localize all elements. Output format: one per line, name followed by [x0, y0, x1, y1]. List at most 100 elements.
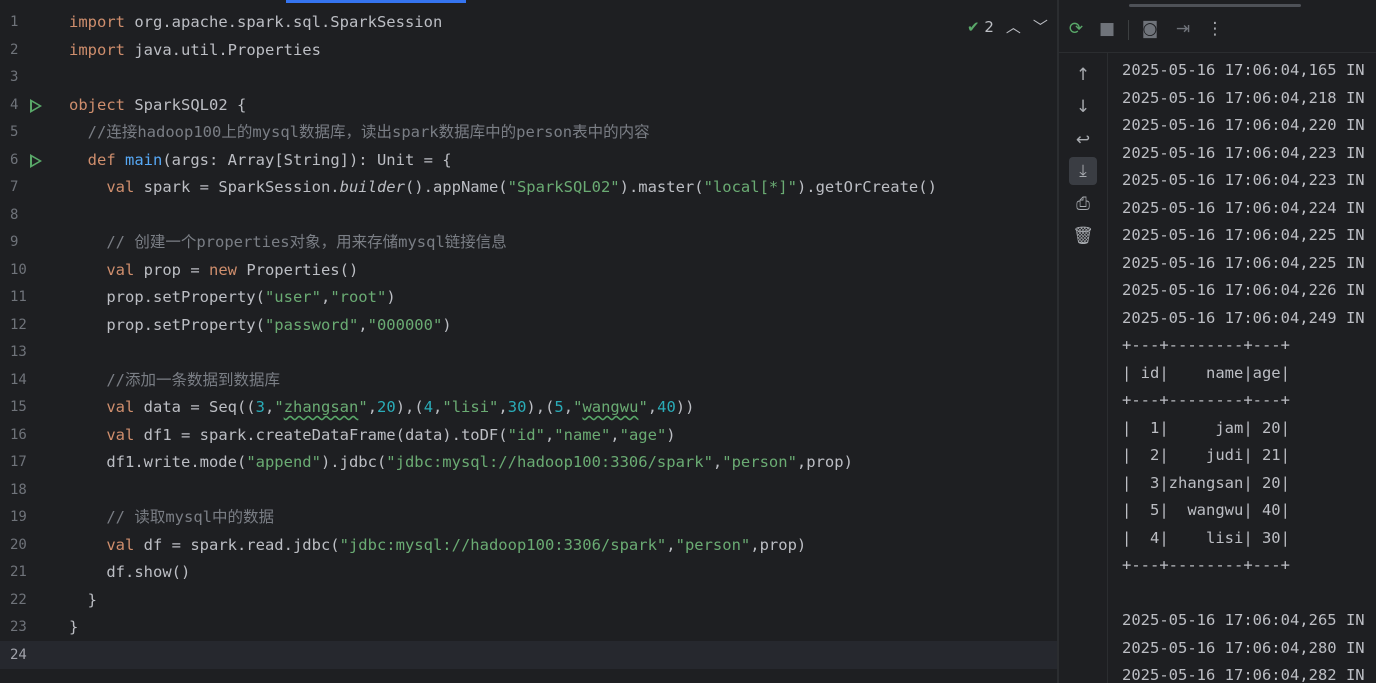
code-token: val — [106, 178, 135, 196]
code-line[interactable]: def main(args: Array[String]): Unit = { — [69, 147, 1057, 175]
code-line[interactable]: //连接hadoop100上的mysql数据库，读出spark数据库中的pers… — [69, 119, 1057, 147]
code-token: import — [69, 13, 125, 31]
code-line[interactable] — [69, 642, 1057, 670]
camera-icon[interactable]: ◙ — [1139, 18, 1161, 40]
code-line[interactable]: } — [69, 614, 1057, 642]
print-icon[interactable]: ⎙ — [1072, 193, 1094, 215]
line-number: 16 — [10, 426, 27, 443]
line-number: 8 — [10, 206, 19, 223]
code-token: , — [563, 398, 574, 416]
code-token: 40 — [657, 398, 676, 416]
code-line[interactable]: prop.setProperty("password","000000") — [69, 312, 1057, 340]
scroll-to-end-icon[interactable]: ⤓ — [1069, 157, 1097, 185]
line-number: 20 — [10, 536, 27, 553]
console-toolbar: ⟳ ■ ◙ ⇥ ⋮ — [1059, 0, 1376, 53]
code-line[interactable] — [69, 202, 1057, 230]
line-number: 23 — [10, 619, 27, 635]
arrow-down-icon[interactable]: ↓ — [1072, 96, 1094, 118]
more-options-icon[interactable]: ⋮ — [1204, 18, 1226, 40]
console-line: 2025-05-16 17:06:04,220 IN — [1122, 116, 1365, 134]
code-token: val — [106, 260, 135, 279]
code-line[interactable]: } — [69, 587, 1057, 615]
code-token: , — [367, 398, 378, 416]
run-console[interactable]: ⟳ ■ ◙ ⇥ ⋮ ↑ ↓ ↩ ⤓ ⎙ 🗑 2025-05-16 17:06:0… — [1059, 0, 1376, 683]
code-token: " — [638, 398, 648, 416]
code-line[interactable]: import org.apache.spark.sql.SparkSession — [69, 9, 1057, 37]
code-token: , — [498, 398, 508, 416]
code-token: ().appName( — [404, 178, 508, 196]
code-token: , — [610, 425, 620, 444]
run-gutter-icon[interactable] — [30, 98, 42, 113]
code-token: "password" — [264, 315, 359, 334]
restore-layout-icon[interactable]: ⇥ — [1172, 18, 1194, 40]
code-line[interactable]: val spark = SparkSession.builder().appNa… — [69, 174, 1057, 202]
line-number: 1 — [10, 14, 19, 30]
code-line[interactable]: // 读取mysql中的数据 — [69, 504, 1057, 532]
code-area[interactable]: import org.apache.spark.sql.SparkSession… — [69, 9, 1057, 669]
line-number: 11 — [10, 289, 27, 305]
code-token: new — [208, 260, 237, 279]
inspection-status[interactable]: ✔ 2 — [967, 18, 994, 36]
code-token: df1 = spark.createDataFrame(data).toDF( — [134, 425, 508, 444]
code-token: data = Seq(( — [134, 398, 256, 416]
code-line[interactable]: // 创建一个properties对象，用来存储mysql链接信息 — [69, 229, 1057, 257]
console-output[interactable]: 2025-05-16 17:06:04,165 IN 2025-05-16 17:… — [1122, 57, 1376, 683]
previous-highlight-icon[interactable]: ︿ — [1006, 16, 1021, 37]
code-token: prop.setProperty( — [69, 315, 265, 334]
code-line[interactable]: val prop = new Properties() — [69, 257, 1057, 285]
code-token: "SparkSQL02" — [507, 178, 620, 196]
code-token: val — [106, 425, 135, 444]
code-line[interactable]: object SparkSQL02 { — [69, 92, 1057, 120]
code-line[interactable]: df1.write.mode("append").jdbc("jdbc:mysq… — [69, 449, 1057, 477]
rerun-icon[interactable]: ⟳ — [1065, 18, 1087, 40]
code-line[interactable] — [69, 339, 1057, 367]
code-token: , — [666, 535, 676, 554]
code-line[interactable]: df.show() — [69, 559, 1057, 587]
line-number: 9 — [10, 234, 19, 250]
console-line: 2025-05-16 17:06:04,265 IN — [1122, 611, 1365, 629]
code-token: "person" — [722, 453, 797, 471]
code-token: df = spark.read.jdbc( — [134, 535, 340, 554]
line-number: 18 — [10, 481, 27, 498]
trash-icon[interactable]: 🗑 — [1072, 225, 1094, 247]
code-line[interactable]: import java.util.Properties — [69, 37, 1057, 65]
console-line: 2025-05-16 17:06:04,280 IN — [1122, 638, 1365, 657]
code-line[interactable]: prop.setProperty("user","root") — [69, 284, 1057, 312]
line-number: 15 — [10, 399, 27, 415]
toolbar-scrollbar[interactable] — [1129, 4, 1301, 7]
code-token: ).getOrCreate() — [796, 178, 937, 196]
code-token: ),( — [526, 398, 555, 416]
code-editor[interactable]: 1 2 3 4 5 6 7 8 9 10 11 12 13 14 15 16 17 18 19 20 21 22 23 24 … — [0, 0, 1057, 683]
code-token: )) — [675, 398, 695, 416]
active-tab-indicator — [286, 0, 466, 3]
code-token: , — [320, 288, 331, 306]
next-highlight-icon[interactable]: ﹀ — [1033, 16, 1048, 37]
soft-wrap-icon[interactable]: ↩ — [1072, 129, 1094, 151]
stop-icon[interactable]: ■ — [1096, 18, 1118, 40]
inspection-widget[interactable]: ✔ 2 ︿ ﹀ — [967, 16, 1048, 37]
code-token: builder — [339, 178, 405, 196]
run-gutter-icon[interactable] — [30, 153, 42, 168]
code-line[interactable] — [69, 477, 1057, 505]
code-token: val — [106, 535, 135, 554]
code-line[interactable]: val data = Seq((3,"zhangsan",20),(4,"lis… — [69, 394, 1057, 422]
code-token: df.show() — [69, 563, 191, 581]
arrow-up-icon[interactable]: ↑ — [1072, 64, 1094, 86]
console-line: 2025-05-16 17:06:04,224 IN — [1122, 198, 1365, 217]
code-line[interactable]: val df = spark.read.jdbc("jdbc:mysql://h… — [69, 532, 1057, 560]
line-number: 12 — [10, 316, 27, 333]
console-line: +---+--------+---+ — [1122, 336, 1290, 354]
code-token: zhangsan — [283, 398, 359, 416]
code-line[interactable] — [69, 64, 1057, 92]
line-number: 13 — [10, 344, 27, 360]
code-line[interactable]: val df1 = spark.createDataFrame(data).to… — [69, 422, 1057, 450]
line-number: 14 — [10, 371, 27, 388]
code-token: prop = — [134, 260, 209, 279]
code-line[interactable]: //添加一条数据到数据库 — [69, 367, 1057, 395]
line-number: 19 — [10, 509, 27, 525]
